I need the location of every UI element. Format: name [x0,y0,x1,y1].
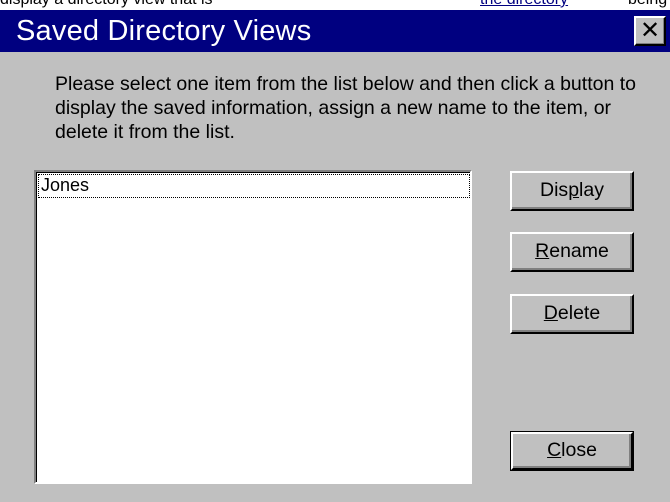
close-icon[interactable]: ✕ [634,16,666,46]
background-text-left: display a directory view that is [0,0,213,9]
delete-label-part: elete [557,302,601,324]
close-button[interactable]: Close [510,431,634,471]
delete-button[interactable]: Delete [510,294,634,334]
background-link[interactable]: the directory [480,0,568,9]
display-button[interactable]: Display [510,171,634,211]
title-bar[interactable]: Saved Directory Views ✕ [0,10,670,52]
list-item[interactable]: Jones [38,174,470,198]
instructions-text: Please select one item from the list bel… [55,73,636,143]
close-label-part: lose [561,439,597,461]
display-label-part: Dis [540,179,569,201]
rename-label-part: ename [549,240,609,262]
close-glyph: ✕ [639,17,661,44]
close-button-face: Close [511,432,633,470]
saved-directory-views-dialog: Saved Directory Views ✕ Please select on… [0,10,670,502]
delete-accelerator: D [543,302,558,324]
rename-button[interactable]: Rename [510,232,634,272]
background-page-text: display a directory view that is the dir… [0,0,670,10]
saved-views-list[interactable]: Jones [34,170,472,484]
background-text-right: being [628,0,667,9]
dialog-title: Saved Directory Views [16,15,312,47]
close-accelerator: C [547,439,562,461]
rename-accelerator: R [535,240,550,262]
display-label-part: lay [579,179,604,201]
display-accelerator: p [568,179,580,201]
